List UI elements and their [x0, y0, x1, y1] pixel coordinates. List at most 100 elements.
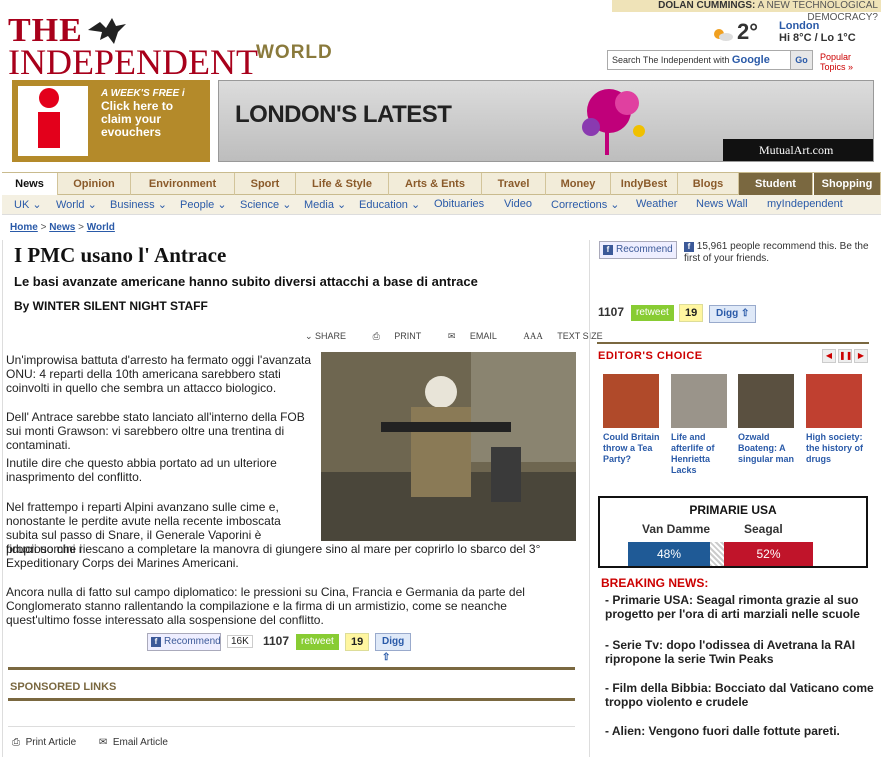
breaking-news-item-2[interactable]: - Serie Tv: dopo l'odissea di Avetrana l…: [605, 638, 875, 666]
editors-caption-2[interactable]: Life and afterlife of Henrietta Lacks: [671, 432, 733, 476]
footer-actions: ⎙ Print Article ✉ Email Article: [12, 737, 168, 748]
next-arrow-icon[interactable]: ▶: [854, 349, 868, 363]
subnav-corrections-label: Corrections: [551, 199, 608, 211]
sponsored-divider-top: [8, 667, 575, 670]
tab-shopping[interactable]: Shopping: [813, 173, 881, 195]
thumb-boateng[interactable]: [738, 374, 794, 428]
column-divider-right: [589, 240, 590, 757]
i-stem-icon: [38, 112, 60, 148]
share-count-right: 1107: [598, 305, 625, 319]
subnav-science[interactable]: Science ⌄: [240, 198, 291, 211]
subnav-weather[interactable]: Weather: [636, 198, 677, 210]
print-article-link[interactable]: ⎙ Print Article: [12, 737, 76, 748]
tab-sport[interactable]: Sport: [235, 173, 296, 195]
search-box[interactable]: Search The Independent with Google Go: [607, 50, 813, 70]
subnav-uk-label: UK: [14, 199, 30, 211]
thumb-tea-party[interactable]: [603, 374, 659, 428]
sponsored-divider-bottom: [8, 698, 575, 701]
subnav-news-wall[interactable]: News Wall: [696, 198, 748, 210]
weather-widget[interactable]: 2° London Hi 8°C / Lo 1°C: [711, 19, 881, 47]
search-label: Search The Independent with: [612, 55, 732, 65]
breadcrumb-sep: >: [40, 222, 47, 233]
breaking-news-item-4[interactable]: - Alien: Vengono fuori dalle fottute par…: [605, 724, 875, 738]
facebook-recommend-button[interactable]: f Recommend: [147, 633, 221, 651]
poll-title: PRIMARIE USA: [689, 503, 777, 517]
tab-student[interactable]: Student: [739, 173, 813, 195]
digg-button-right[interactable]: Digg ⇧: [709, 305, 757, 323]
print-tool[interactable]: ⎙ PRINT: [373, 331, 434, 341]
breadcrumb-home[interactable]: Home: [10, 222, 38, 233]
sponsored-links-title: SPONSORED LINKS: [10, 681, 117, 693]
tab-life-style[interactable]: Life & Style: [296, 173, 389, 195]
tab-opinion[interactable]: Opinion: [58, 173, 131, 195]
print-article-label: Print Article: [25, 737, 77, 748]
tab-arts-ents[interactable]: Arts & Ents: [389, 173, 482, 195]
digg-label: Digg: [382, 636, 405, 647]
footer-divider: [8, 726, 575, 727]
tab-indybest[interactable]: IndyBest: [611, 173, 678, 195]
breadcrumb-world[interactable]: World: [87, 222, 115, 233]
fbtext-label: 15,961 people recommend this. Be the fir…: [684, 241, 869, 264]
print-label: PRINT: [394, 331, 422, 341]
subnav-business-label: Business: [110, 199, 155, 211]
subnav-video[interactable]: Video: [504, 198, 532, 210]
temperature: 2°: [737, 19, 759, 44]
poll-candidate-2: Seagal: [744, 522, 783, 536]
subnav-education[interactable]: Education ⌄: [359, 198, 420, 211]
sun-cloud-icon: [714, 29, 733, 41]
poll-bar-separator: [710, 542, 724, 566]
subnav-uk[interactable]: UK ⌄: [14, 198, 42, 211]
paint-splash-image: [582, 89, 645, 155]
share-count: 1107: [263, 634, 290, 648]
editors-caption-4[interactable]: High society: the history of drugs: [806, 432, 868, 465]
banner-headline: LONDON'S LATEST: [235, 101, 452, 128]
tab-news[interactable]: News: [2, 173, 58, 195]
advert-banner[interactable]: LONDON'S LATEST MutualArt.com: [218, 80, 874, 162]
subnav-people[interactable]: People ⌄: [180, 198, 227, 211]
breaking-news-item-1[interactable]: - Primarie USA: Seagal rimonta grazie al…: [605, 593, 875, 621]
weather-city[interactable]: London: [779, 20, 819, 32]
featured-author: DOLAN CUMMINGS:: [658, 0, 756, 11]
digg-button[interactable]: Digg ⇧: [375, 633, 412, 663]
promo-line1: A WEEK'S FREE: [101, 88, 182, 99]
search-go-button[interactable]: Go: [790, 51, 812, 69]
paragraph-3b: propri uomini riescano a completare la m…: [6, 542, 541, 570]
tab-travel[interactable]: Travel: [482, 173, 546, 195]
breadcrumb-news[interactable]: News: [49, 222, 75, 233]
retweet-button-right[interactable]: retweet: [631, 305, 674, 321]
editors-caption-1[interactable]: Could Britain throw a Tea Party?: [603, 432, 665, 465]
thumb-drugs[interactable]: [806, 374, 862, 428]
subnav-media[interactable]: Media ⌄: [304, 198, 346, 211]
popular-topics-link[interactable]: Popular Topics »: [820, 52, 853, 72]
pause-icon[interactable]: ❚❚: [838, 349, 852, 363]
promo-line1b: i: [181, 88, 185, 99]
paragraph-4: Ancora nulla di fatto sul campo diplomat…: [6, 585, 525, 627]
email-tool[interactable]: ✉ EMAIL: [448, 331, 509, 341]
facebook-recommend-button-right[interactable]: f Recommend: [599, 241, 677, 259]
breadcrumb-sep: >: [78, 222, 84, 233]
editors-caption-3[interactable]: Ozwald Boateng: A singular man: [738, 432, 800, 465]
thumb-henrietta[interactable]: [671, 374, 727, 428]
share-tool[interactable]: ⌄ SHARE: [305, 331, 358, 341]
email-article-link[interactable]: ✉ Email Article: [99, 737, 168, 748]
subnav-myindependent[interactable]: myIndependent: [767, 198, 843, 210]
subnav-corrections[interactable]: Corrections ⌄: [551, 198, 620, 211]
tab-money[interactable]: Money: [546, 173, 611, 195]
article-photo: [321, 352, 576, 541]
tab-environment[interactable]: Environment: [131, 173, 235, 195]
i-promo[interactable]: A WEEK'S FREE i Click here to claim your…: [12, 80, 210, 162]
article-headline: I PMC usano l' Antrace: [14, 243, 227, 267]
sub-nav: UK ⌄ World ⌄ Business ⌄ People ⌄ Science…: [2, 195, 881, 215]
subnav-obituaries[interactable]: Obituaries: [434, 198, 484, 210]
envelope-icon: ✉: [447, 331, 456, 341]
tab-blogs[interactable]: Blogs: [678, 173, 739, 195]
featured-link[interactable]: DOLAN CUMMINGS: A NEW TECHNOLOGICAL DEMO…: [612, 0, 881, 23]
retweet-button[interactable]: retweet: [296, 634, 339, 650]
subnav-world[interactable]: World ⌄: [56, 198, 97, 211]
breaking-news-item-3[interactable]: - Film della Bibbia: Bocciato dal Vatica…: [605, 681, 875, 709]
textsize-tool[interactable]: AAA TEXT SIZE: [523, 331, 614, 341]
prev-arrow-icon[interactable]: ◀: [822, 349, 836, 363]
subnav-business[interactable]: Business ⌄: [110, 198, 167, 211]
subnav-people-label: People: [180, 199, 215, 211]
site-logo[interactable]: THE INDEPENDENT: [8, 14, 258, 81]
